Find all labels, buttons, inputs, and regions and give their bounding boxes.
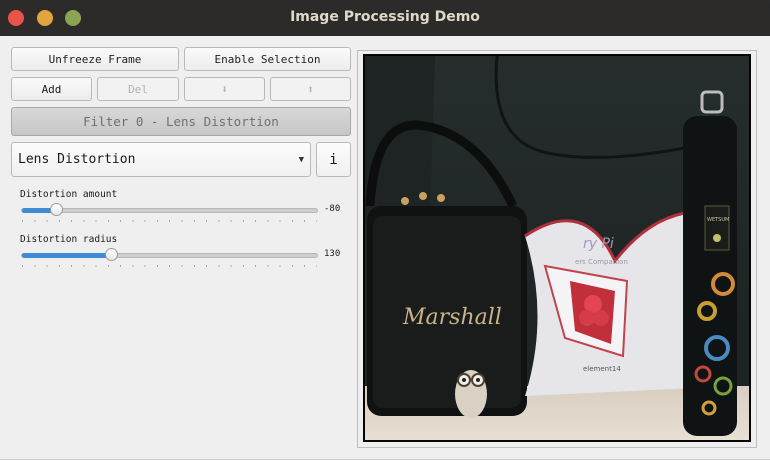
speaker-brand-text: Marshall [402, 305, 502, 330]
filter-type-value: Lens Distortion [18, 152, 136, 167]
app-window: Image Processing Demo Unfreeze Frame Ena… [0, 0, 770, 460]
chevron-down-icon: ▼ [298, 155, 304, 165]
distortion-radius-label: Distortion radius [20, 234, 118, 245]
distortion-radius-handle[interactable] [104, 248, 118, 261]
distortion-radius-ticks [22, 265, 317, 267]
camera-frame-image[interactable]: Marshall ry Pi ers Companion element14 W… [363, 54, 751, 442]
book-subtitle-text: ers Companion [575, 258, 628, 266]
filter-type-select[interactable]: Lens Distortion ▼ [11, 142, 311, 177]
main-content: Unfreeze Frame Enable Selection Add Del … [0, 36, 770, 460]
distortion-radius-slider[interactable] [21, 248, 318, 261]
distortion-amount-handle[interactable] [49, 203, 63, 216]
book-title-text: ry Pi [583, 236, 614, 252]
move-filter-down-button[interactable]: ⬇ [184, 77, 265, 101]
enable-selection-button[interactable]: Enable Selection [184, 47, 351, 71]
distortion-radius-value: 130 [324, 249, 341, 259]
water-bottle-shape: WETSUM [683, 90, 737, 436]
move-filter-up-button[interactable]: ⬆ [270, 77, 351, 101]
window-title: Image Processing Demo [290, 9, 480, 25]
filter-info-button[interactable]: i [316, 142, 351, 177]
owl-figurine-shape [455, 370, 487, 418]
filter-header-button[interactable]: Filter 0 - Lens Distortion [11, 107, 351, 136]
distortion-amount-ticks [22, 220, 317, 222]
title-bar: Image Processing Demo [0, 0, 770, 36]
distortion-amount-slider[interactable] [21, 203, 318, 216]
camera-frame-svg: Marshall ry Pi ers Companion element14 W… [365, 56, 749, 440]
distortion-amount-value: -80 [324, 204, 341, 214]
distortion-radius-fill [22, 253, 111, 258]
add-filter-button[interactable]: Add [11, 77, 92, 101]
bottle-label-text: WETSUM [707, 217, 729, 223]
distortion-amount-label: Distortion amount [20, 189, 118, 200]
unfreeze-frame-button[interactable]: Unfreeze Frame [11, 47, 179, 71]
book-brand-text: element14 [583, 365, 621, 373]
image-preview-panel: Marshall ry Pi ers Companion element14 W… [357, 50, 757, 448]
delete-filter-button[interactable]: Del [97, 77, 179, 101]
